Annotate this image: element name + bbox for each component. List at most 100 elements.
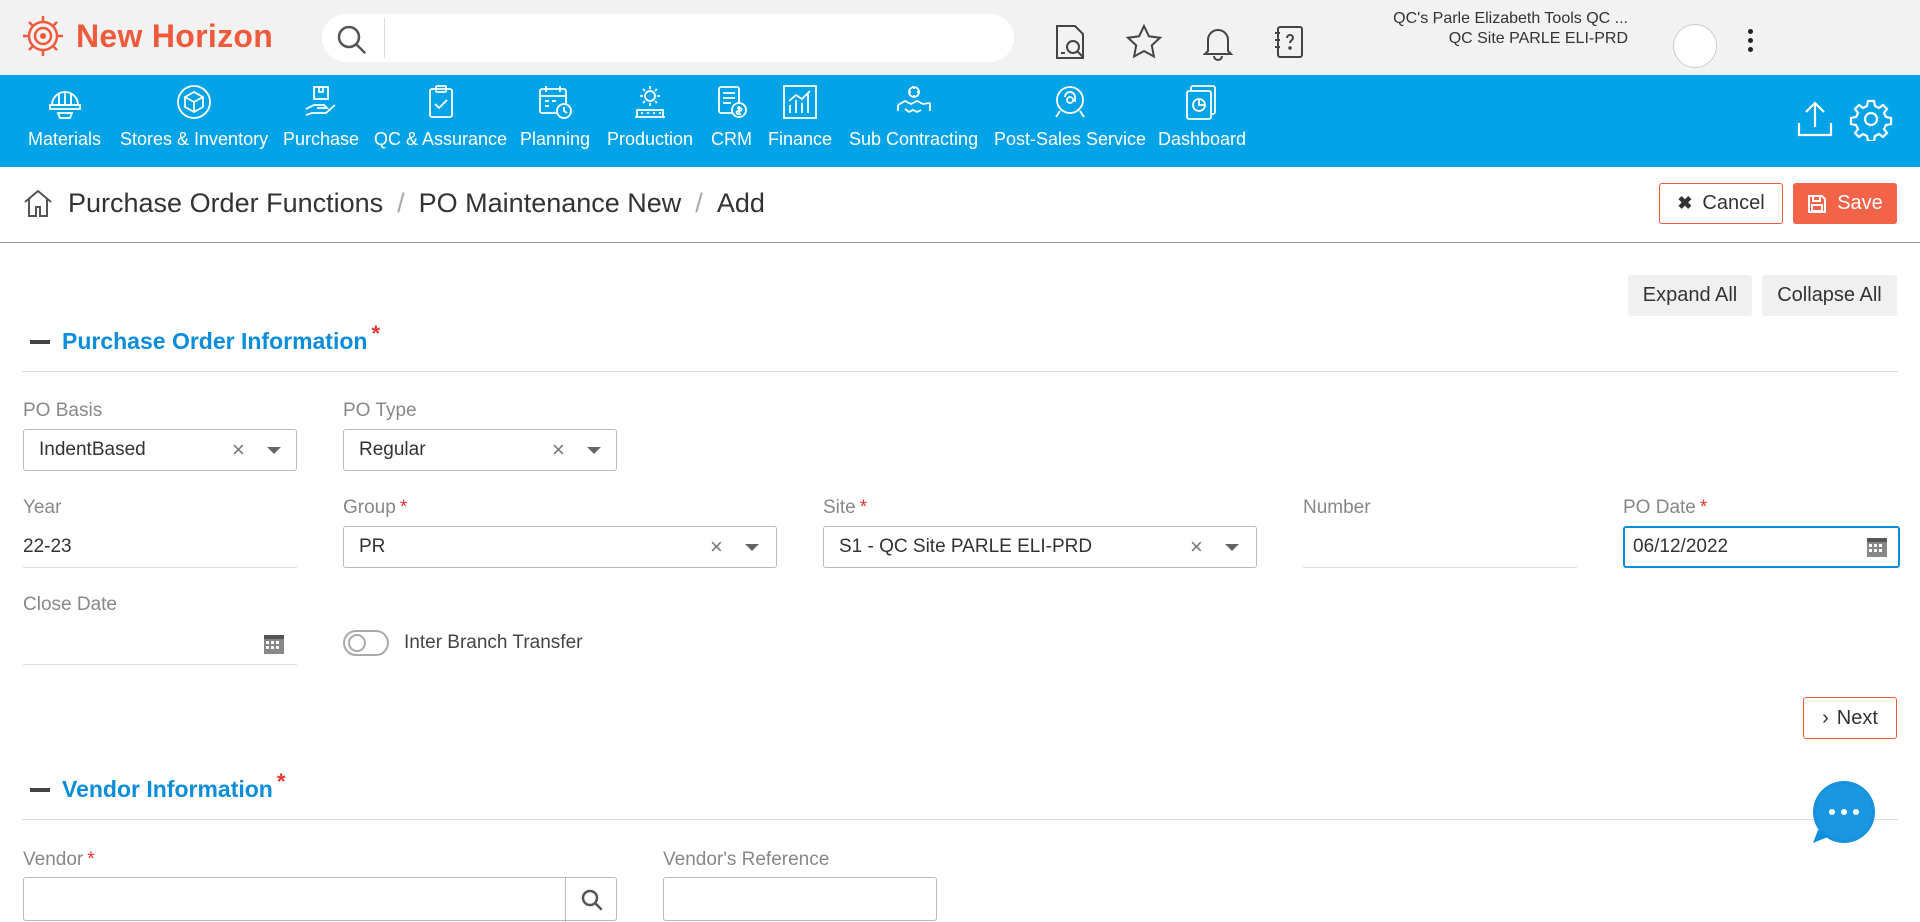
nav-item-planning[interactable]: Planning xyxy=(520,83,590,150)
po-basis-value: IndentBased xyxy=(39,439,146,460)
nav-item-post-sales[interactable]: Post-Sales Service xyxy=(994,83,1146,150)
year-value: 22-23 xyxy=(23,535,72,557)
inter-branch-toggle[interactable] xyxy=(343,630,389,656)
nav-item-stores[interactable]: Stores & Inventory xyxy=(120,83,268,150)
nav-item-subcontracting[interactable]: Sub Contracting xyxy=(849,83,978,150)
more-options-icon[interactable] xyxy=(1740,24,1760,56)
nav-label: Stores & Inventory xyxy=(120,129,269,149)
next-label: Next xyxy=(1836,706,1878,729)
group-select[interactable]: PR × xyxy=(343,526,777,568)
cancel-label: Cancel xyxy=(1702,192,1765,214)
breadcrumb-bar: Purchase Order Functions / PO Maintenanc… xyxy=(0,167,1920,243)
nav-label: QC & Assurance xyxy=(374,129,508,149)
crm-doc-icon xyxy=(717,86,747,118)
section-title: Vendor Information xyxy=(62,776,273,802)
po-basis-label: PO Basis xyxy=(23,400,103,421)
nav-item-crm[interactable]: CRM xyxy=(711,83,752,150)
save-button[interactable]: Save xyxy=(1793,183,1897,224)
calendar-icon[interactable] xyxy=(263,633,285,655)
po-type-select[interactable]: Regular × xyxy=(343,429,617,471)
site-value: S1 - QC Site PARLE ELI-PRD xyxy=(839,536,1093,557)
handshake-icon xyxy=(896,86,931,114)
helmet-icon xyxy=(48,91,81,119)
user-context: QC's Parle Elizabeth Tools QC ... QC Sit… xyxy=(1393,9,1628,49)
bar-chart-icon xyxy=(783,85,817,119)
po-date-value: 06/12/2022 xyxy=(1633,536,1729,557)
chevron-right-icon: › xyxy=(1822,706,1829,729)
clear-icon[interactable]: × xyxy=(232,437,245,463)
search-input[interactable] xyxy=(384,18,994,58)
next-button[interactable]: › Next xyxy=(1803,697,1897,739)
number-field xyxy=(1303,526,1577,568)
expand-all-label: Expand All xyxy=(1642,284,1738,306)
clear-icon[interactable]: × xyxy=(552,437,565,463)
avatar[interactable] xyxy=(1673,24,1717,68)
expand-all-button[interactable]: Expand All xyxy=(1628,275,1752,316)
po-info-section-header[interactable]: Purchase Order Information * xyxy=(30,321,380,355)
clipboard-check-icon xyxy=(428,85,453,118)
close-date-label: Close Date xyxy=(23,594,117,615)
cancel-button[interactable]: ✖ Cancel xyxy=(1659,183,1783,224)
star-icon[interactable] xyxy=(1124,22,1164,62)
clear-icon[interactable]: × xyxy=(710,534,723,560)
clear-icon[interactable]: × xyxy=(1190,534,1203,560)
help-book-icon[interactable] xyxy=(1270,22,1310,62)
breadcrumb-item[interactable]: PO Maintenance New xyxy=(419,188,682,219)
app-logo[interactable]: New Horizon xyxy=(20,13,273,59)
hand-package-icon xyxy=(305,86,336,116)
nav-item-materials[interactable]: Materials xyxy=(28,83,101,150)
chevron-down-icon[interactable] xyxy=(1225,544,1239,551)
po-date-label: PO Date * xyxy=(1623,497,1708,518)
group-label: Group * xyxy=(343,497,408,518)
search-icon[interactable] xyxy=(336,24,368,56)
po-date-input[interactable]: 06/12/2022 xyxy=(1623,526,1900,568)
nav-item-dashboard[interactable]: Dashboard xyxy=(1158,83,1246,150)
nav-label: Materials xyxy=(28,129,102,149)
upload-icon[interactable] xyxy=(1793,97,1837,141)
close-date-input[interactable] xyxy=(23,623,297,665)
nav-item-purchase[interactable]: Purchase xyxy=(283,83,359,150)
bell-icon[interactable] xyxy=(1198,22,1238,62)
calendar-icon[interactable] xyxy=(1866,536,1888,558)
vendor-lookup-input[interactable] xyxy=(23,877,617,922)
breadcrumb-item-current: Add xyxy=(716,187,765,218)
chevron-down-icon[interactable] xyxy=(267,447,281,454)
group-value: PR xyxy=(359,536,386,557)
dashboard-icon xyxy=(1186,85,1216,120)
breadcrumb-separator: / xyxy=(695,187,703,218)
calendar-clock-icon xyxy=(539,86,572,119)
doc-search-icon[interactable] xyxy=(1050,22,1090,62)
settings-gear-icon[interactable] xyxy=(1849,97,1893,141)
site-select[interactable]: S1 - QC Site PARLE ELI-PRD × xyxy=(823,526,1257,568)
vendor-info-section-header[interactable]: Vendor Information * xyxy=(30,769,285,803)
nav-item-production[interactable]: Production xyxy=(607,83,693,150)
nav-item-qc[interactable]: QC & Assurance xyxy=(374,83,507,150)
nav-label: Production xyxy=(607,129,694,149)
module-nav: Materials Stores & Inventory Purchase QC… xyxy=(0,75,1920,167)
home-icon[interactable] xyxy=(22,187,54,219)
app-name: New Horizon xyxy=(76,17,274,54)
nav-label: Dashboard xyxy=(1158,129,1247,149)
divider xyxy=(565,878,566,922)
nav-label: Planning xyxy=(520,129,591,149)
nav-label: Post-Sales Service xyxy=(994,129,1147,149)
global-search[interactable] xyxy=(322,14,1014,62)
chevron-down-icon[interactable] xyxy=(745,544,759,551)
chevron-down-icon[interactable] xyxy=(587,447,601,454)
collapse-all-button[interactable]: Collapse All xyxy=(1762,275,1897,316)
po-date-label-text: PO Date xyxy=(1623,497,1696,518)
po-basis-select[interactable]: IndentBased × xyxy=(23,429,297,471)
close-icon: ✖ xyxy=(1677,193,1693,213)
collapse-all-label: Collapse All xyxy=(1777,284,1882,306)
factory-gear-icon xyxy=(635,86,666,118)
chat-bubble-icon[interactable] xyxy=(1810,780,1876,846)
nav-item-finance[interactable]: Finance xyxy=(768,83,832,150)
breadcrumb-separator: / xyxy=(397,187,405,218)
site-label-text: Site xyxy=(823,497,856,518)
collapse-minus-icon[interactable] xyxy=(30,787,50,792)
vendor-ref-input[interactable] xyxy=(663,877,937,921)
save-label: Save xyxy=(1837,192,1883,214)
breadcrumb-item[interactable]: Purchase Order Functions xyxy=(68,188,383,219)
collapse-minus-icon[interactable] xyxy=(30,339,50,344)
site-label: Site * xyxy=(823,497,868,518)
